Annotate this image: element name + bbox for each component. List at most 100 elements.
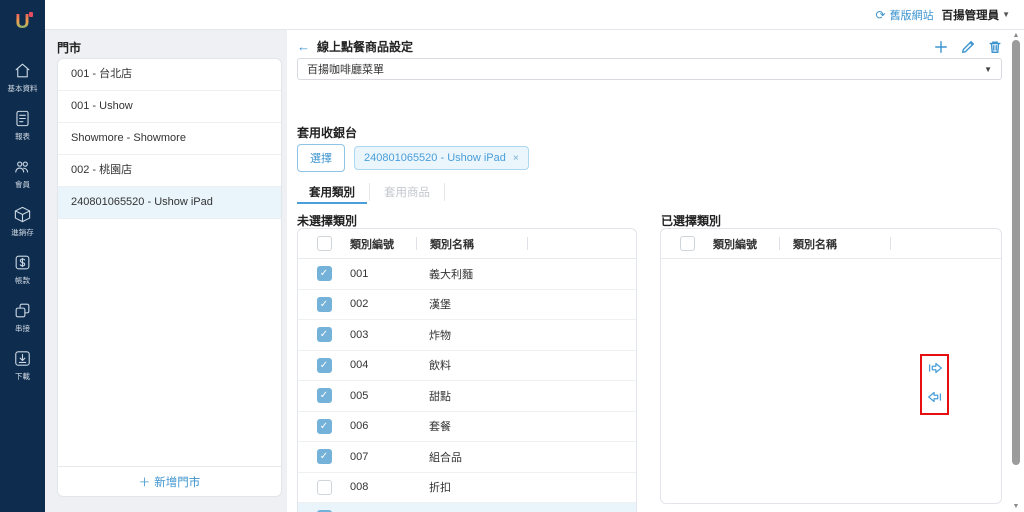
content-header: ← 線上點餐商品設定 bbox=[297, 38, 1002, 55]
table-header-checkbox-cell bbox=[298, 236, 350, 251]
choose-cashier-button[interactable]: 選擇 bbox=[297, 144, 345, 172]
inventory-icon bbox=[13, 205, 32, 224]
category-name-cell: 漢堡 bbox=[416, 296, 526, 312]
category-code-cell: 004 bbox=[350, 359, 416, 371]
back-arrow-icon[interactable]: ← bbox=[297, 39, 310, 54]
sidebar-item-3[interactable]: 會員 bbox=[0, 150, 45, 198]
table-row[interactable]: ✓007組合品 bbox=[298, 442, 636, 473]
table-row[interactable]: ✓ 002漢堡 bbox=[298, 290, 636, 321]
download-icon bbox=[13, 349, 32, 368]
row-checkbox[interactable]: ✓ bbox=[317, 419, 332, 434]
table-row[interactable]: 008折扣 bbox=[298, 473, 636, 504]
category-code-cell: 002 bbox=[350, 298, 416, 310]
category-code-cell: 001 bbox=[350, 268, 416, 280]
table-row[interactable]: ✓ 001義大利麵 bbox=[298, 259, 636, 290]
category-code-cell: 006 bbox=[350, 420, 416, 432]
tab-separator bbox=[369, 183, 370, 201]
cashier-tag: 240801065520 - Ushow iPad × bbox=[354, 146, 529, 170]
account-label: 百揚管理員 bbox=[942, 7, 1000, 23]
category-code-cell: 003 bbox=[350, 329, 416, 341]
app-logo[interactable]: U bbox=[0, 0, 45, 44]
sidebar-item-2[interactable]: 報表 bbox=[0, 102, 45, 150]
table-header-cell: 類別名稱 bbox=[780, 236, 890, 252]
table-header-checkbox-cell bbox=[661, 236, 713, 251]
ushow-logo-icon: U bbox=[15, 11, 29, 34]
row-checkbox[interactable]: ✓ bbox=[317, 388, 332, 403]
table-row[interactable]: ✓ 003炸物 bbox=[298, 320, 636, 351]
move-left-button[interactable] bbox=[926, 388, 944, 406]
edit-pencil-icon[interactable] bbox=[961, 40, 975, 54]
category-name-cell: 炸物 bbox=[416, 327, 526, 343]
scroll-down-icon[interactable]: ▼ bbox=[1012, 503, 1020, 510]
legacy-site-label: 舊版網站 bbox=[890, 7, 934, 23]
tab-apply-category[interactable]: 套用類別 bbox=[297, 180, 367, 204]
table-row[interactable]: ✓009多規格 bbox=[298, 503, 636, 512]
row-checkbox[interactable]: ✓ bbox=[317, 266, 332, 281]
scroll-up-icon[interactable]: ▲ bbox=[1012, 32, 1020, 39]
category-name-cell: 飲料 bbox=[416, 357, 526, 373]
tab-separator bbox=[444, 183, 445, 201]
sidebar-item-label: 串接 bbox=[15, 323, 30, 334]
category-code-cell: 005 bbox=[350, 390, 416, 402]
main-content: ← 線上點餐商品設定 百揚咖啡廳菜單 ▼ 套用收銀台 選擇 2408010655… bbox=[287, 30, 1024, 512]
category-name-cell: 組合品 bbox=[416, 449, 526, 465]
row-checkbox[interactable]: ✓ bbox=[317, 297, 332, 312]
payments-icon bbox=[13, 253, 32, 272]
header-checkbox[interactable] bbox=[680, 236, 695, 251]
row-checkbox-cell: ✓ bbox=[298, 327, 350, 342]
menu-select[interactable]: 百揚咖啡廳菜單 ▼ bbox=[297, 58, 1002, 80]
store-list-item[interactable]: 001 - Ushow bbox=[58, 91, 281, 123]
sidebar-item-5[interactable]: 帳款 bbox=[0, 246, 45, 294]
table-header-row: 類別編號類別名稱 bbox=[298, 229, 636, 259]
row-checkbox-cell: ✓ bbox=[298, 297, 350, 312]
row-checkbox[interactable]: ✓ bbox=[317, 449, 332, 464]
sidebar-item-4[interactable]: 進銷存 bbox=[0, 198, 45, 246]
table-row[interactable]: ✓ 004飲料 bbox=[298, 351, 636, 382]
sidebar-item-label: 報表 bbox=[15, 131, 30, 142]
category-code-cell: 008 bbox=[350, 481, 416, 493]
tag-close-icon[interactable]: × bbox=[513, 153, 519, 164]
account-menu[interactable]: 百揚管理員 ▼ bbox=[942, 7, 1010, 23]
sidebar-item-label: 帳款 bbox=[15, 275, 30, 286]
home-icon bbox=[13, 61, 32, 80]
store-list-item[interactable]: Showmore - Showmore bbox=[58, 123, 281, 155]
row-checkbox[interactable]: ✓ bbox=[317, 327, 332, 342]
tabs: 套用類別 套用商品 bbox=[297, 180, 447, 204]
scrollbar-thumb[interactable] bbox=[1012, 40, 1020, 465]
category-name-cell: 義大利麵 bbox=[416, 266, 526, 282]
store-list-item[interactable]: 001 - 台北店 bbox=[58, 59, 281, 91]
sidebar-item-1[interactable]: 基本資料 bbox=[0, 54, 45, 102]
chevron-down-icon: ▼ bbox=[1002, 10, 1010, 19]
add-icon[interactable] bbox=[934, 40, 948, 54]
tab-apply-product[interactable]: 套用商品 bbox=[372, 180, 442, 204]
sidebar: U 基本資料報表會員進銷存帳款串接下載 bbox=[0, 0, 45, 512]
sidebar-item-6[interactable]: 串接 bbox=[0, 294, 45, 342]
header-checkbox[interactable] bbox=[317, 236, 332, 251]
page-title: 線上點餐商品設定 bbox=[317, 38, 413, 55]
selected-category-table: 類別編號類別名稱 bbox=[660, 228, 1002, 504]
sidebar-item-label: 基本資料 bbox=[8, 83, 38, 94]
row-checkbox[interactable]: ✓ bbox=[317, 358, 332, 373]
menu-select-value: 百揚咖啡廳菜單 bbox=[307, 61, 384, 77]
row-checkbox-cell: ✓ bbox=[298, 266, 350, 281]
move-right-button[interactable] bbox=[926, 359, 944, 377]
delete-trash-icon[interactable] bbox=[988, 40, 1002, 54]
content-scrollbar[interactable]: ▲ ▼ bbox=[1010, 30, 1022, 512]
select-caret-icon: ▼ bbox=[984, 65, 992, 74]
category-name-cell: 甜點 bbox=[416, 388, 526, 404]
plus-icon: ＋ bbox=[139, 474, 151, 490]
table-row[interactable]: ✓006套餐 bbox=[298, 412, 636, 443]
store-list-item[interactable]: 002 - 桃園店 bbox=[58, 155, 281, 187]
row-checkbox-cell: ✓ bbox=[298, 388, 350, 403]
add-store-button[interactable]: ＋ 新增門市 bbox=[58, 466, 281, 496]
header-divider bbox=[890, 237, 891, 250]
row-checkbox[interactable] bbox=[317, 480, 332, 495]
store-list-item[interactable]: 240801065520 - Ushow iPad bbox=[58, 187, 281, 219]
sidebar-item-7[interactable]: 下載 bbox=[0, 342, 45, 390]
sidebar-item-label: 下載 bbox=[15, 371, 30, 382]
row-checkbox-cell bbox=[298, 480, 350, 495]
category-name-cell: 折扣 bbox=[416, 479, 526, 495]
legacy-site-link[interactable]: ⟳ 舊版網站 bbox=[876, 7, 934, 23]
table-row[interactable]: ✓ 005甜點 bbox=[298, 381, 636, 412]
store-list: 001 - 台北店001 - UshowShowmore - Showmore0… bbox=[58, 59, 281, 466]
